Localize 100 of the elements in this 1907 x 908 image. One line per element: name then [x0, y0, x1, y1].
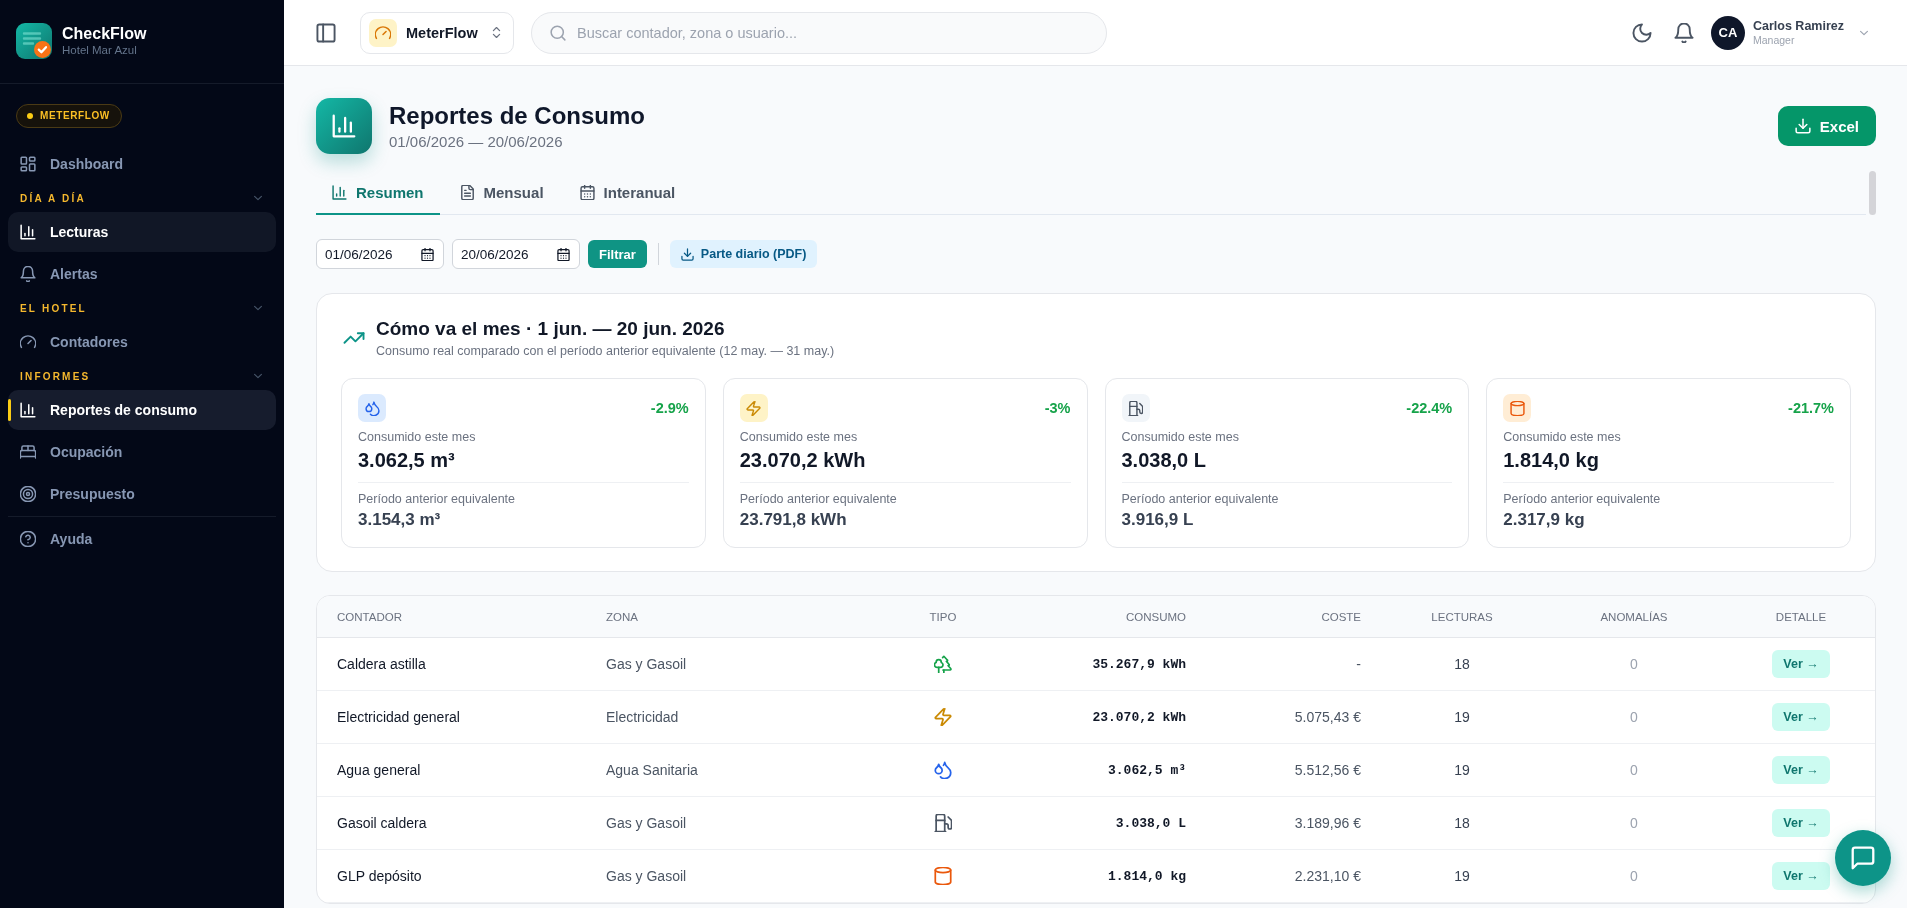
previous-value: 2.317,9 kg — [1503, 509, 1585, 531]
table-cell: 35.267,9 kWh — [1025, 637, 1206, 691]
sidebar-item[interactable]: Contadores — [8, 322, 276, 362]
droplets-icon — [358, 394, 386, 422]
view-button[interactable]: Ver → — [1772, 809, 1830, 837]
lightning-icon — [934, 708, 952, 727]
table-cell: Caldera astilla — [317, 637, 586, 691]
change-value: -2.9% — [650, 400, 689, 416]
column-header: LECTURAS — [1381, 596, 1543, 638]
bar-chart-icon — [316, 98, 372, 154]
download-icon — [1794, 118, 1811, 134]
cylinder-icon — [1503, 394, 1532, 422]
previous-value: 3.916,9 L — [1121, 509, 1194, 531]
table-cell: 18 — [1381, 796, 1543, 850]
column-header: DETALLE — [1725, 596, 1875, 638]
date-field[interactable]: 20/06/2026 — [452, 239, 580, 269]
table-cell: 0 — [1543, 637, 1725, 691]
table-cell: 19 — [1381, 849, 1543, 903]
droplets-icon — [934, 761, 952, 780]
table-cell: 3.062,5 m³ — [1025, 743, 1206, 797]
bar-chart-icon — [20, 224, 36, 240]
checklist-logo-icon — [16, 22, 52, 59]
table-cell: - — [1206, 637, 1381, 691]
table-cell: 0 — [1543, 849, 1725, 903]
summary-title: Cómo va el mes · 1 jun. — 20 jun. 2026 — [376, 317, 725, 341]
table-cell: 19 — [1381, 743, 1543, 797]
user-avatar[interactable]: CA — [1711, 15, 1745, 50]
sidebar-item[interactable]: Ocupación — [8, 432, 276, 472]
document-icon — [459, 184, 475, 200]
bar-chart-icon — [20, 402, 36, 418]
tab[interactable]: Resumen — [316, 171, 440, 215]
table-cell: Gasoil caldera — [317, 796, 586, 850]
date-field[interactable]: 01/06/2026 — [316, 239, 444, 269]
table-cell: Gas y Gasoil — [586, 796, 861, 850]
section-label: INFORMES — [20, 370, 91, 382]
user-name: Carlos Ramirez — [1753, 18, 1844, 34]
column-header: CONSUMO — [1025, 596, 1206, 638]
view-button[interactable]: Ver → — [1772, 862, 1830, 890]
search-icon — [550, 24, 566, 41]
cylinder-icon — [934, 867, 952, 886]
table-cell: 23.070,2 kWh — [1025, 690, 1206, 744]
table-cell: 0 — [1543, 796, 1725, 850]
previous-label: Período anterior equivalente — [1503, 492, 1661, 507]
scrollbar-thumb[interactable] — [1869, 171, 1876, 215]
view-button[interactable]: Ver → — [1772, 650, 1830, 678]
sidebar-item[interactable]: Alertas — [8, 254, 276, 294]
app-switcher[interactable]: MeterFlow — [360, 11, 514, 54]
download-icon — [680, 247, 694, 261]
grid-icon — [20, 156, 36, 172]
metric-label: Consumido este mes — [1503, 430, 1621, 445]
table-cell: 5.512,56 € — [1206, 743, 1381, 797]
table-cell: 19 — [1381, 690, 1543, 744]
daily-report-button[interactable]: Parte diario (PDF) — [669, 240, 818, 268]
export-button[interactable]: Excel — [1777, 106, 1876, 146]
table-cell: 1.814,0 kg — [1025, 849, 1206, 903]
chevrons-up-down-icon — [490, 26, 503, 39]
sidebar-item[interactable]: Lecturas — [8, 212, 276, 252]
page-title: Reportes de Consumo — [389, 101, 646, 131]
metric-label: Consumido este mes — [358, 430, 476, 445]
help-icon — [20, 531, 36, 547]
column-header: COSTE — [1206, 596, 1381, 638]
bell-icon — [20, 266, 36, 282]
gauge-icon — [20, 334, 36, 350]
metric-value: 3.038,0 L — [1121, 448, 1206, 472]
sidebar-item[interactable]: Ayuda — [8, 519, 276, 559]
summary-subtitle: Consumo real comparado con el período anterior equivalente (12 may. — 31 may.) — [376, 343, 835, 359]
lightning-icon — [739, 394, 768, 422]
metric-value: 23.070,2 kWh — [739, 448, 866, 472]
table-cell: 0 — [1543, 690, 1725, 744]
date-range: 01/06/2026 — 20/06/2026 — [389, 133, 563, 151]
metric-label: Consumido este mes — [1121, 430, 1239, 445]
table-cell: GLP depósito — [317, 849, 586, 903]
previous-value: 3.154,3 m³ — [358, 509, 441, 531]
table-cell: Electricidad general — [317, 690, 586, 744]
sidebar-item[interactable]: Presupuesto — [8, 474, 276, 514]
moon-icon[interactable] — [1632, 22, 1652, 43]
bar-chart-icon — [332, 184, 347, 200]
calendar-icon — [557, 247, 570, 261]
view-button[interactable]: Ver → — [1772, 756, 1830, 784]
tab[interactable]: Mensual — [443, 171, 560, 215]
previous-label: Período anterior equivalente — [739, 492, 897, 507]
fuel-pump-icon — [1121, 394, 1150, 422]
table-cell: 18 — [1381, 637, 1543, 691]
chat-icon — [1851, 846, 1875, 870]
sidebar-toggle-icon[interactable] — [316, 22, 336, 43]
column-header: CONTADOR — [317, 596, 586, 638]
filter-button[interactable]: Filtrar — [588, 240, 647, 268]
table-cell: Gas y Gasoil — [586, 849, 861, 903]
view-button[interactable]: Ver → — [1772, 703, 1830, 731]
bell-icon[interactable] — [1674, 22, 1694, 43]
sidebar-item[interactable]: Dashboard — [8, 144, 276, 184]
calendar-icon — [579, 184, 595, 200]
tab[interactable]: Interanual — [563, 171, 692, 215]
metric-value: 1.814,0 kg — [1503, 448, 1599, 472]
sidebar-item[interactable]: Reportes de consumo — [8, 390, 276, 430]
brand-subtitle: Hotel Mar Azul — [62, 43, 137, 57]
column-header: TIPO — [861, 596, 1025, 638]
table-cell: 0 — [1543, 743, 1725, 797]
table-cell: Electricidad — [586, 690, 861, 744]
previous-label: Período anterior equivalente — [1121, 492, 1279, 507]
